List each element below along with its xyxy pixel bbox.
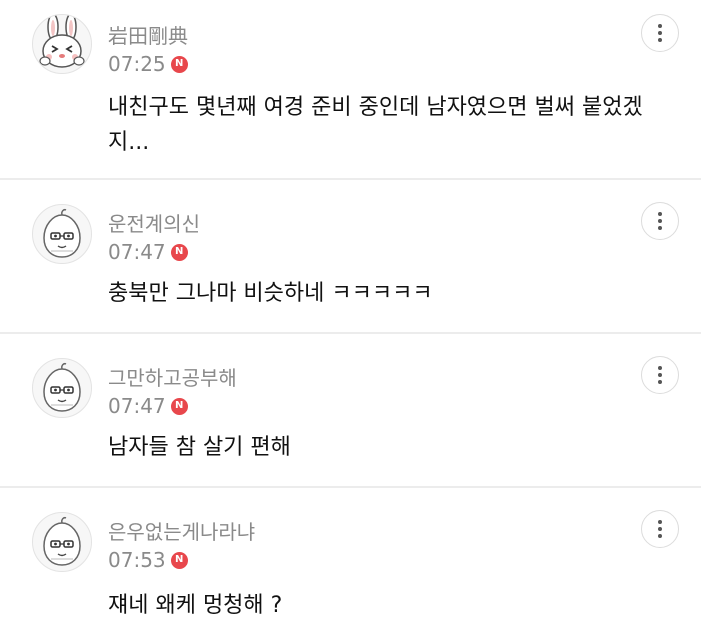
default-avatar-icon[interactable] — [32, 358, 92, 418]
comment-nickname[interactable]: 운전계의신 — [108, 208, 200, 237]
more-options-button[interactable] — [641, 202, 679, 240]
comment-text: 충북만 그나마 비슷하네 ㅋㅋㅋㅋㅋ — [108, 281, 433, 306]
comment-time: 07:25 — [108, 52, 166, 76]
comment-nickname[interactable]: 그만하고공부해 — [108, 362, 237, 391]
new-badge: N — [170, 243, 188, 261]
new-badge: N — [170, 397, 188, 415]
comment-item: 岩田剛典 07:25 N 내친구도 몇년째 여경 준비 중인데 남자였으면 벌써… — [0, 0, 701, 178]
more-options-button[interactable] — [641, 510, 679, 548]
comment-meta: 07:47 N — [108, 394, 188, 418]
new-badge: N — [170, 55, 188, 73]
comment-meta: 07:53 N — [108, 548, 188, 572]
comment-item: 그만하고공부해 07:47 N 남자들 참 살기 편해 — [0, 334, 701, 486]
comment-time: 07:47 — [108, 394, 166, 418]
comment-text: 쟤네 왜케 멍청해 ? — [108, 593, 283, 618]
comment-item: 은우없는게나라냐 07:53 N 쟤네 왜케 멍청해 ? — [0, 488, 701, 642]
comment-list: 岩田剛典 07:25 N 내친구도 몇년째 여경 준비 중인데 남자였으면 벌써… — [0, 0, 701, 642]
rabbit-avatar-icon[interactable] — [32, 14, 92, 74]
new-badge: N — [170, 551, 188, 569]
comment-meta: 07:25 N — [108, 52, 188, 76]
comment-nickname[interactable]: 岩田剛典 — [108, 20, 188, 49]
default-avatar-icon[interactable] — [32, 204, 92, 264]
comment-text: 내친구도 몇년째 여경 준비 중인데 남자였으면 벌써 붙었겠지... — [108, 95, 643, 155]
comment-time: 07:47 — [108, 240, 166, 264]
more-options-button[interactable] — [641, 356, 679, 394]
comment-meta: 07:47 N — [108, 240, 188, 264]
default-avatar-icon[interactable] — [32, 512, 92, 572]
comment-text: 남자들 참 살기 편해 — [108, 435, 291, 460]
comment-time: 07:53 — [108, 548, 166, 572]
comment-item: 운전계의신 07:47 N 충북만 그나마 비슷하네 ㅋㅋㅋㅋㅋ — [0, 180, 701, 332]
more-options-button[interactable] — [641, 14, 679, 52]
comment-nickname[interactable]: 은우없는게나라냐 — [108, 516, 255, 545]
